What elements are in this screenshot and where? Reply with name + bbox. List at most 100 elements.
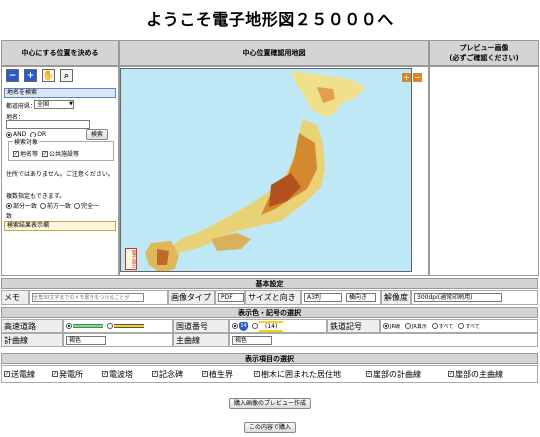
railway-radio-2[interactable]: [404, 323, 411, 329]
japan-map-image: [125, 71, 365, 271]
highway-options: [63, 319, 173, 333]
match-exact-radio[interactable]: [74, 202, 81, 209]
highway-radio-green[interactable]: [66, 323, 72, 329]
item-1-label: 発電所: [59, 369, 83, 379]
item-6-checkbox[interactable]: ✓: [366, 371, 372, 377]
item-0-checkbox[interactable]: ✓: [4, 371, 10, 377]
image-type-label: 画像タイプ: [168, 290, 215, 305]
size-cell: A3判 横向き: [301, 290, 381, 305]
highway-radio-yellow[interactable]: [107, 323, 113, 329]
highway-green-line-icon: [73, 324, 103, 328]
railway-radio-3[interactable]: [431, 323, 438, 329]
item-7-checkbox[interactable]: ✓: [448, 371, 454, 377]
japan-map[interactable]: [120, 68, 412, 272]
railway-radio-4[interactable]: [458, 323, 465, 329]
memo-label: メモ: [1, 290, 29, 305]
railway-opt1: JR線: [390, 323, 400, 330]
item-5-checkbox[interactable]: ✓: [254, 371, 260, 377]
and-radio[interactable]: [6, 131, 12, 138]
main-contour-value: 褐色: [235, 336, 248, 344]
pref-value: 全国: [37, 101, 50, 108]
item-3: ✓ 記念碑: [152, 369, 202, 380]
item-7-label: 崖部の主曲線: [455, 369, 503, 379]
preview-title: プレビュー画像: [459, 44, 509, 52]
colors-section-title: 表示色・記号の選択: [1, 307, 538, 318]
pref-select[interactable]: 全国 ▼: [34, 100, 74, 109]
zoom-in-icon[interactable]: +: [24, 69, 37, 82]
orientation-select[interactable]: 横向き: [346, 293, 376, 302]
match-prefix-label: 前方一致: [47, 203, 72, 210]
target-options: ✓ 地名等 ✓ 公共施設等: [13, 149, 79, 158]
main-contour-label: 主曲線: [173, 333, 229, 347]
item-2-label: 電波塔: [109, 369, 133, 379]
search-button[interactable]: 検索: [86, 129, 108, 140]
contour-cell: 褐色: [63, 333, 173, 347]
basic-section-title: 基本設定: [1, 278, 538, 289]
resolution-value: 300dpi(通常印刷用): [417, 294, 473, 301]
buy-button[interactable]: この内容で購入: [244, 422, 296, 433]
preview-note: (必ずご確認ください): [449, 54, 519, 62]
railway-radio-1[interactable]: [383, 323, 389, 329]
size-value: A3判: [307, 294, 321, 301]
size-select[interactable]: A3判: [304, 293, 342, 302]
target-place-checkbox[interactable]: ✓: [13, 150, 19, 157]
target-public-checkbox[interactable]: ✓: [42, 150, 49, 157]
kyushu-highland: [157, 249, 169, 265]
item-4-label: 植生界: [209, 369, 233, 379]
item-7: ✓ 崖部の主曲線: [448, 369, 528, 380]
match-prefix-radio[interactable]: [40, 202, 47, 209]
image-type-value: PDF: [221, 294, 233, 301]
map-zoom-minus-icon[interactable]: −: [413, 73, 422, 82]
match-exact-label: 完全一: [81, 203, 100, 210]
item-6: ✓ 崖部の計曲線: [366, 369, 448, 380]
contour-value: 褐色: [69, 336, 82, 344]
route-shield-icon: 14: [239, 321, 248, 331]
resolution-select[interactable]: 300dpi(通常印刷用): [414, 293, 502, 302]
right-header: プレビュー画像 (必ずご確認ください): [429, 40, 539, 66]
image-type-select[interactable]: PDF: [218, 293, 244, 302]
railway-opt2: JR其示: [411, 323, 427, 330]
item-1-checkbox[interactable]: ✓: [52, 371, 58, 377]
highway-label: 高速道路: [1, 319, 63, 333]
item-0: ✓ 送電線: [2, 369, 52, 380]
item-4-checkbox[interactable]: ✓: [202, 371, 208, 377]
memo-cell: [29, 290, 168, 305]
railway-label: 鉄道記号: [327, 319, 380, 333]
national-radio-text[interactable]: [252, 323, 258, 329]
page-title: ようこそ電子地形図２５０００へ: [146, 10, 394, 29]
map-zoom-plus-icon[interactable]: +: [402, 73, 411, 82]
railway-opt3: すべて: [438, 323, 454, 330]
target-place-label: 地名等: [20, 151, 39, 158]
item-0-label: 送電線: [11, 369, 35, 379]
item-3-label: 記念碑: [159, 369, 183, 379]
item-2-checkbox[interactable]: ✓: [102, 371, 108, 377]
preview-frame: [429, 66, 539, 276]
memo-input[interactable]: [32, 293, 144, 302]
match-tail: 致: [6, 213, 13, 220]
items-row: ✓ 送電線 ✓ 発電所 ✓ 電波塔 ✓ 記念碑 ✓ 植生界 ✓ 樹木に囲まれた居住地 ✓ 崖部…: [1, 365, 538, 383]
resolution-cell: 300dpi(通常印刷用): [411, 290, 538, 305]
item-1: ✓ 発電所: [52, 369, 102, 380]
main-contour-select[interactable]: 褐色: [232, 335, 272, 345]
hand-icon[interactable]: ✋: [42, 69, 55, 82]
chevron-down-icon: ▼: [69, 101, 73, 107]
highway-yellow-line-icon: [114, 324, 144, 328]
match-partial-radio[interactable]: [6, 202, 12, 209]
search-title: 地名を検索: [4, 88, 116, 98]
contour-select[interactable]: 褐色: [66, 335, 106, 345]
item-2: ✓ 電波塔: [102, 369, 152, 380]
preview-button[interactable]: 購入画像のプレビュー作成: [229, 398, 311, 409]
magnifier-icon[interactable]: ⌕: [60, 69, 73, 82]
national-radio-shield[interactable]: [232, 323, 238, 329]
place-input[interactable]: [6, 120, 90, 129]
items-section-title: 表示項目の選択: [1, 353, 538, 364]
item-3-checkbox[interactable]: ✓: [152, 371, 158, 377]
item-5-label: 樹木に囲まれた居住地: [261, 369, 341, 379]
national-options: 14 (14): [229, 319, 327, 333]
pref-label: 都道府県：: [6, 103, 37, 110]
zoom-out-icon[interactable]: −: [6, 69, 19, 82]
map-stamp: 電子国土: [125, 248, 137, 270]
match-note: 複数指定もできます。: [6, 193, 66, 200]
orientation-value: 横向き: [349, 294, 368, 301]
national-label: 国道番号: [173, 319, 229, 333]
